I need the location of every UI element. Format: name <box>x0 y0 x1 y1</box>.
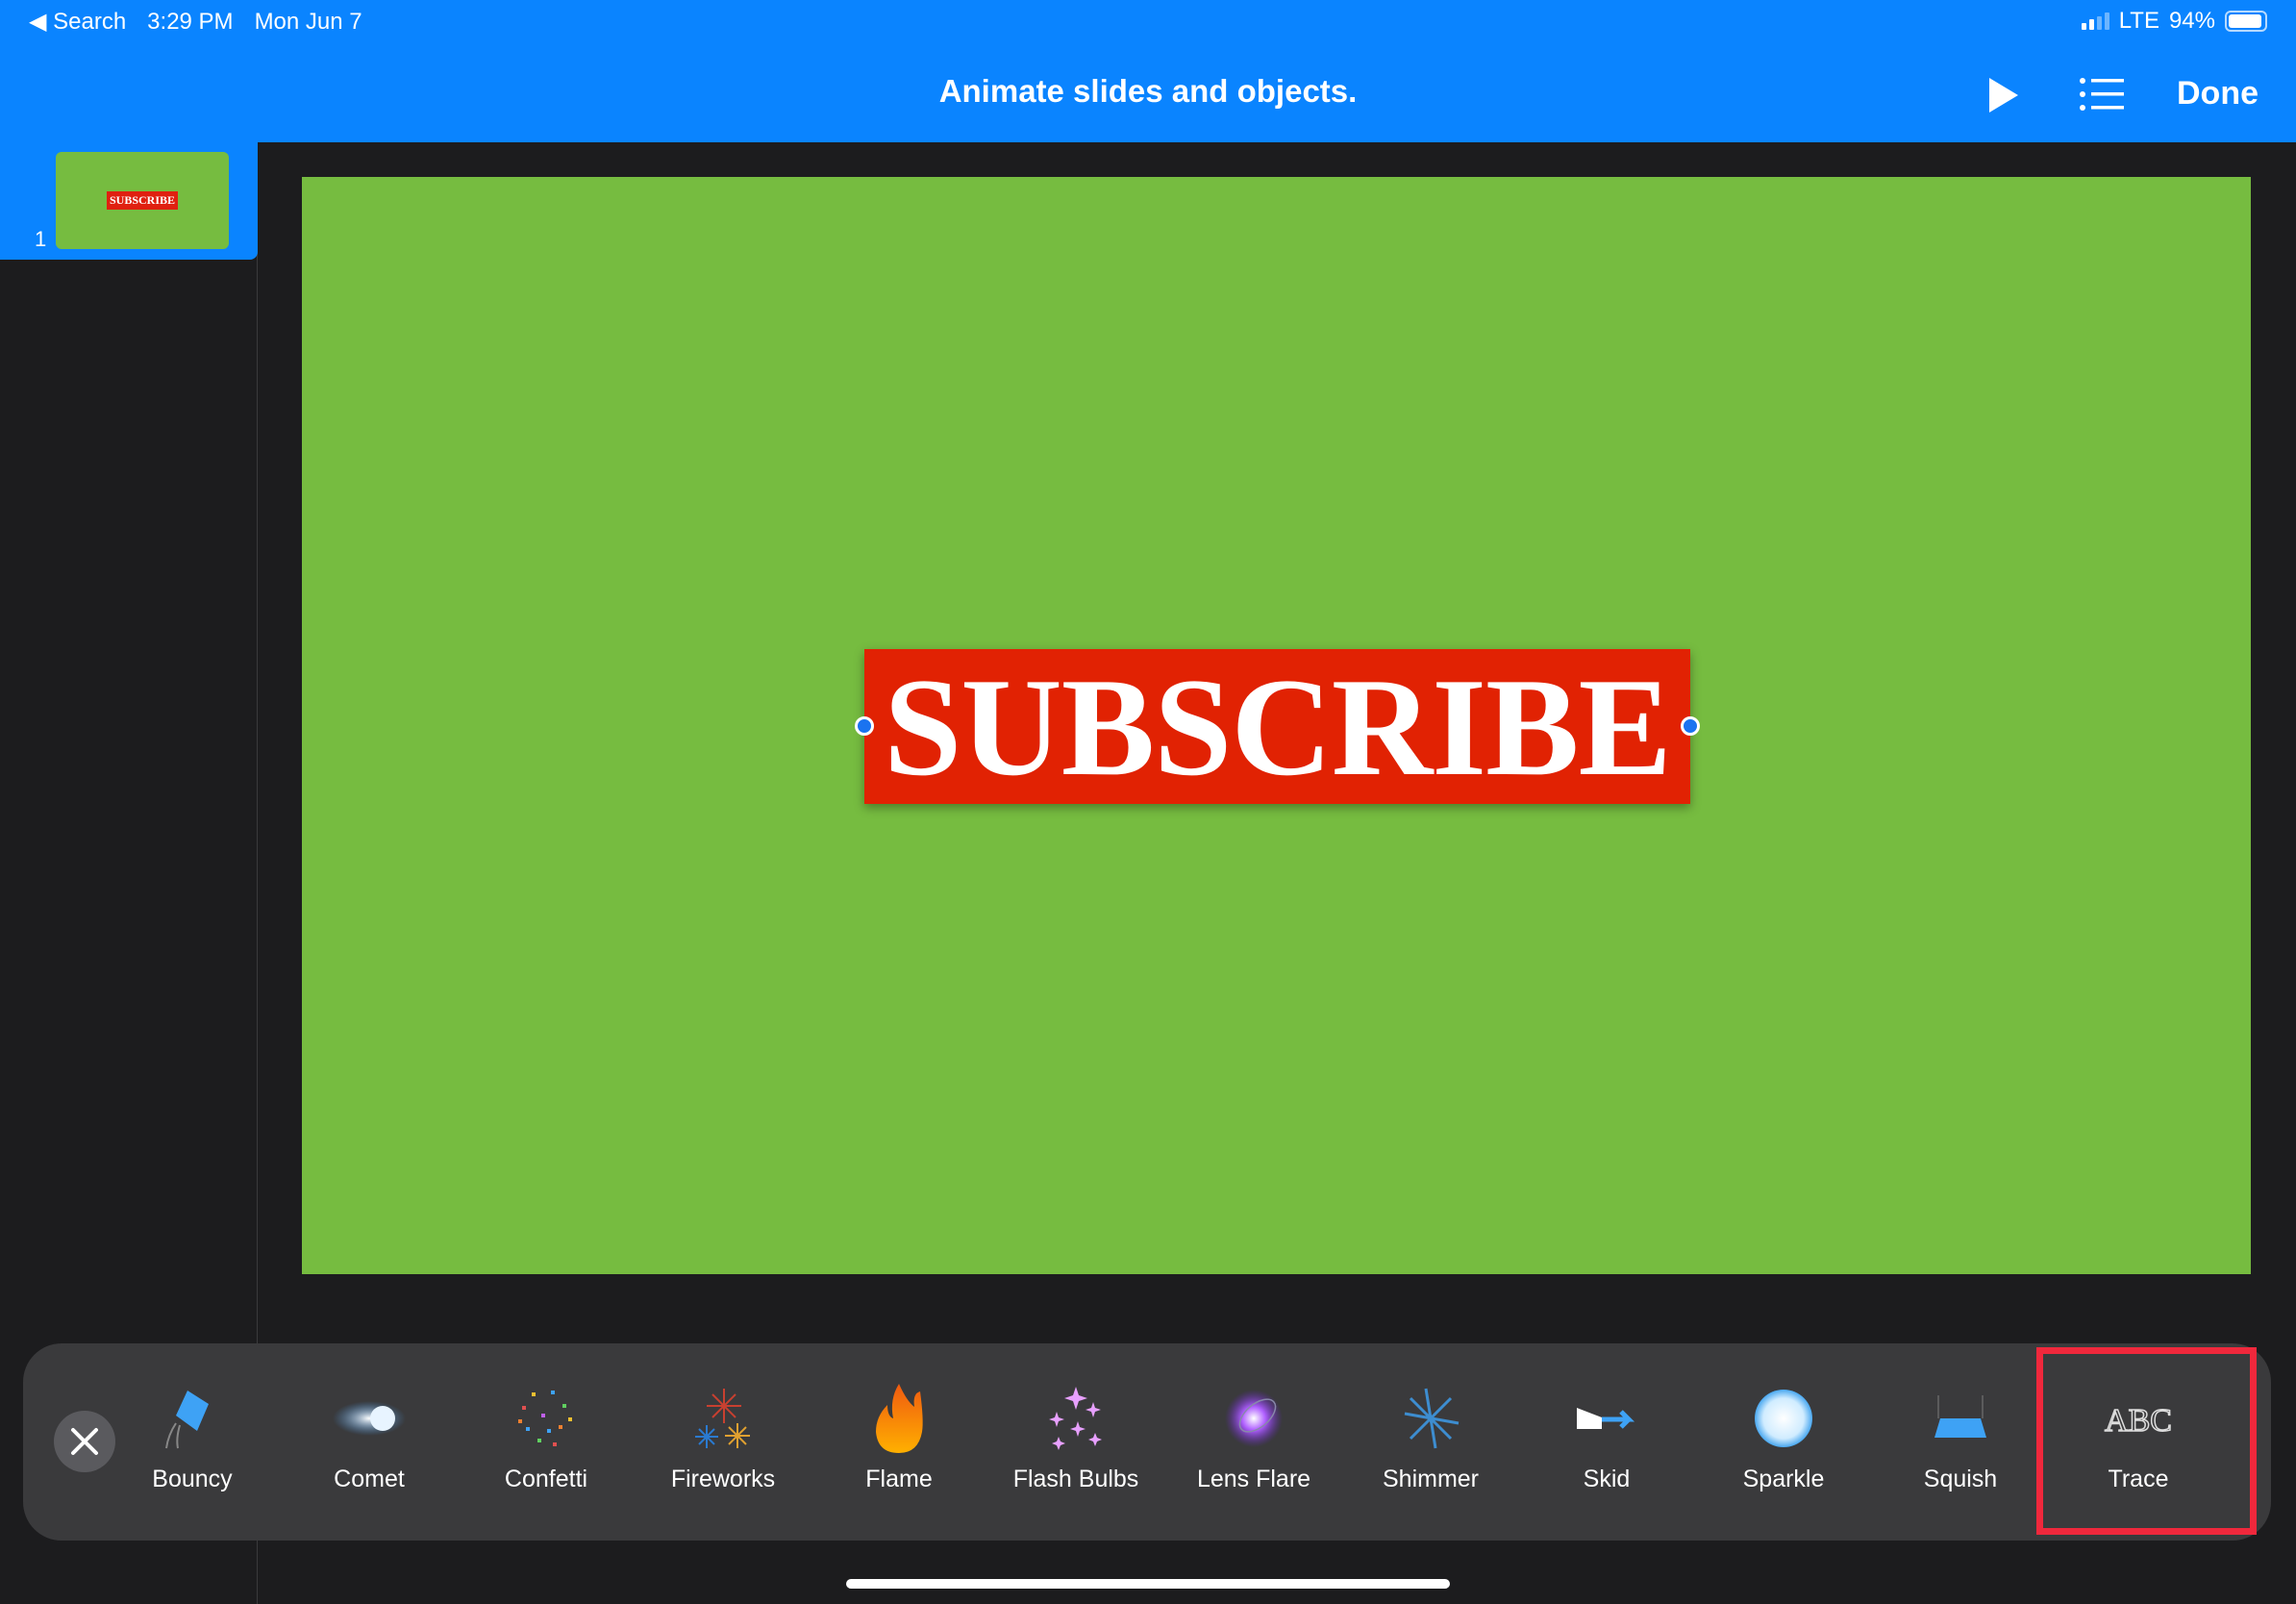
effect-label: Confetti <box>504 1466 588 1492</box>
effect-skid[interactable]: Skid <box>1520 1375 1693 1519</box>
back-to-search-link[interactable]: ◀ Search <box>29 8 126 36</box>
bouncy-icon <box>165 1391 209 1449</box>
navigation-bar: ◀ Search 3:29 PM Mon Jun 7 LTE 94% Anima… <box>0 0 2296 142</box>
status-bar-left: ◀ Search 3:29 PM Mon Jun 7 <box>29 8 362 36</box>
effect-label: Skid <box>1583 1466 1631 1492</box>
network-type: LTE <box>2118 8 2159 34</box>
play-icon <box>1989 78 2018 113</box>
effect-label: Comet <box>334 1466 405 1492</box>
effect-sparkle[interactable]: Sparkle <box>1697 1375 1870 1519</box>
resize-handle-left[interactable] <box>855 716 874 736</box>
play-button[interactable] <box>1987 76 2020 119</box>
signal-icon <box>2081 13 2109 30</box>
effect-label: Lens Flare <box>1196 1466 1311 1492</box>
effect-label: Bouncy <box>152 1466 233 1492</box>
effect-shimmer[interactable]: Shimmer <box>1344 1375 1517 1519</box>
effect-fireworks[interactable]: Fireworks <box>636 1375 810 1519</box>
effect-label: Shimmer <box>1382 1466 1479 1492</box>
flash-bulbs-icon <box>1049 1387 1102 1450</box>
effect-label: Flash Bulbs <box>1012 1466 1139 1492</box>
effect-label: Sparkle <box>1742 1466 1825 1492</box>
lens-flare-icon <box>1225 1390 1283 1447</box>
done-button[interactable]: Done <box>2177 75 2259 113</box>
slide-thumbnail-1[interactable]: SUBSCRIBE 1 <box>0 142 258 260</box>
slide-number: 1 <box>35 227 47 251</box>
flame-icon <box>876 1384 923 1453</box>
effect-squish[interactable]: Squish <box>1874 1375 2047 1519</box>
effect-label: Squish <box>1923 1466 1998 1492</box>
slide-canvas[interactable]: SUBSCRIBE <box>302 177 2251 1274</box>
effect-label: Fireworks <box>670 1466 776 1492</box>
effect-flash-bulbs[interactable]: Flash Bulbs <box>989 1375 1162 1519</box>
time: 3:29 PM <box>147 8 234 35</box>
fireworks-icon <box>695 1389 750 1448</box>
subscribe-text-box[interactable]: SUBSCRIBE <box>855 649 1700 805</box>
status-bar-right: LTE 94% <box>2081 8 2267 35</box>
effect-flame[interactable]: Flame <box>812 1375 986 1519</box>
effect-label: Flame <box>865 1466 933 1492</box>
trace-highlight-box <box>2036 1347 2257 1535</box>
animation-list-button[interactable] <box>2080 77 2124 116</box>
skid-icon <box>1577 1408 1635 1429</box>
effect-bouncy[interactable]: Bouncy <box>106 1375 279 1519</box>
shimmer-icon <box>1404 1388 1460 1449</box>
subscribe-text: SUBSCRIBE <box>884 648 1672 805</box>
thumbnail-text: SUBSCRIBE <box>106 191 179 210</box>
squish-icon <box>1934 1395 1986 1438</box>
page-title: Animate slides and objects. <box>938 73 1358 109</box>
confetti-icon <box>518 1391 572 1446</box>
battery-percent: 94% <box>2168 8 2215 34</box>
battery-icon <box>2225 11 2267 32</box>
effect-lens-flare[interactable]: Lens Flare <box>1167 1375 1340 1519</box>
list-icon <box>2080 78 2124 111</box>
sparkle-icon <box>1755 1390 1812 1447</box>
comet-icon <box>333 1401 406 1436</box>
slide-thumbnail-image: SUBSCRIBE <box>56 152 229 249</box>
effect-confetti[interactable]: Confetti <box>460 1375 633 1519</box>
home-indicator[interactable] <box>846 1579 1450 1589</box>
resize-handle-right[interactable] <box>1681 716 1700 736</box>
back-label: Search <box>53 9 127 35</box>
effect-comet[interactable]: Comet <box>283 1375 456 1519</box>
close-icon <box>71 1428 98 1455</box>
date: Mon Jun 7 <box>254 8 362 35</box>
